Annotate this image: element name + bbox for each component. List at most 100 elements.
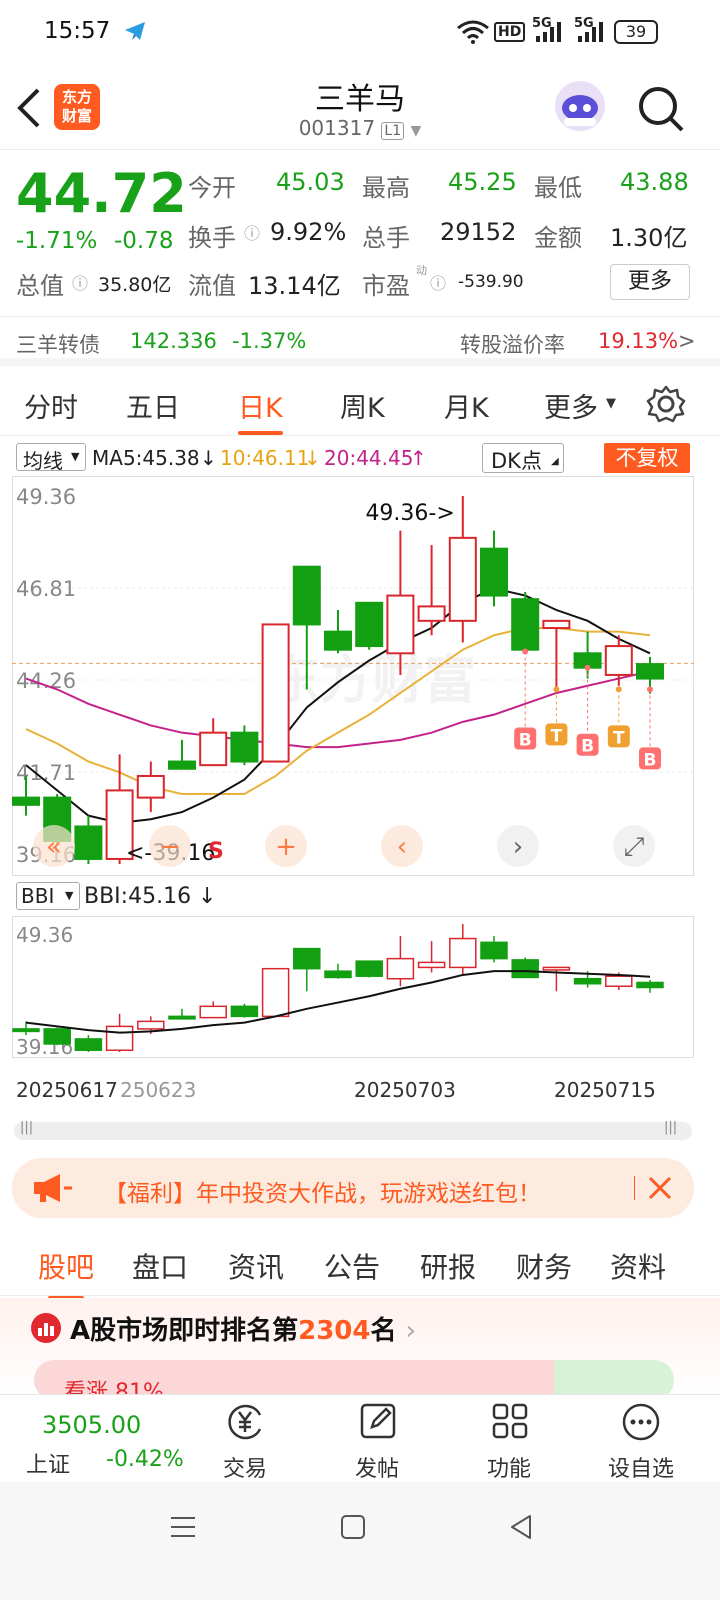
next-icon: › (513, 832, 523, 862)
bond-price: 142.336 (130, 329, 217, 353)
candle-body (355, 601, 384, 648)
market-rank-card[interactable]: A股市场即时排名第2304名 › 看涨 81% (0, 1298, 720, 1400)
menu-icon[interactable] (168, 1512, 198, 1542)
tab-profile[interactable]: 资料 (610, 1246, 666, 1286)
tab-guba[interactable]: 股吧 (38, 1246, 94, 1300)
ma20-value: 20:44.45 (324, 446, 414, 470)
level-badge: L1 (381, 122, 405, 140)
fullscreen-button[interactable]: ⤢ (613, 825, 655, 867)
tab-more[interactable]: 更多 (544, 386, 598, 425)
signal-dot (584, 664, 591, 671)
tab-daily-k[interactable]: 日K (238, 386, 283, 435)
arrow-down-icon: ↓ (304, 446, 321, 470)
tab-announcements[interactable]: 公告 (324, 1246, 380, 1286)
bbi-body (480, 941, 508, 960)
prev-button[interactable]: ‹ (381, 825, 423, 867)
pe-value: -539.90 (458, 272, 524, 292)
dropdown-icon: ▼ (65, 889, 74, 902)
tab-five-day[interactable]: 五日 (126, 386, 180, 425)
signal-icon-2 (578, 22, 603, 42)
bbi-legend-row: BBI ▼ BBI:45.16 ↓ (0, 880, 720, 914)
status-bar: 15:57 HD 5G 5G 39 (0, 0, 720, 66)
dropdown-icon: ▼ (71, 450, 80, 463)
candlestick-chart[interactable]: 东方财富49.3646.8144.2641.7139.1649.36-><-39… (12, 476, 694, 876)
back-triangle-icon[interactable] (506, 1512, 536, 1542)
bbi-candle (355, 960, 383, 978)
index-name: 上证 (26, 1453, 71, 1478)
chevron-right-icon: > (678, 329, 696, 353)
index-widget[interactable]: 3505.00 上证 -0.42% (0, 1395, 184, 1483)
info-icon[interactable]: ⓘ (244, 220, 260, 244)
candle-body (261, 623, 290, 763)
left-handle[interactable]: ||| (20, 1120, 33, 1135)
bbi-body (573, 977, 602, 985)
date-label: 250623 (120, 1078, 197, 1102)
candle (511, 591, 540, 651)
candle-body (417, 605, 446, 622)
home-square-icon[interactable] (338, 1512, 368, 1542)
bbi-body (293, 947, 321, 970)
s-marker: S (208, 839, 224, 864)
max-price-label: 49.36-> (365, 501, 454, 526)
bbi-body (74, 1038, 103, 1051)
info-icon[interactable]: ⓘ (72, 270, 88, 294)
arrow-down-icon: ↓ (200, 446, 217, 470)
candle-body (511, 598, 540, 651)
add-watchlist-button[interactable]: 设自选 (596, 1395, 686, 1483)
candle-body (168, 760, 196, 770)
tab-pankou[interactable]: 盘口 (132, 1246, 188, 1286)
page-left-button[interactable]: « (33, 825, 75, 867)
signal-letter: B (644, 750, 657, 770)
candle-body (480, 547, 508, 597)
bbi-body (386, 957, 415, 980)
trade-button[interactable]: 交易 (200, 1395, 290, 1483)
zoom-in-button[interactable]: + (265, 825, 307, 867)
settings-gear-icon[interactable] (646, 384, 686, 424)
tab-monthly-k[interactable]: 月K (444, 386, 489, 425)
premium-label: 转股溢价率 (460, 333, 565, 357)
pe-label: 市盈 (362, 272, 410, 300)
open-label: 今开 (188, 174, 236, 202)
search-icon[interactable] (636, 84, 686, 134)
tab-fenshi[interactable]: 分时 (24, 386, 78, 425)
grid-icon (492, 1403, 528, 1439)
adjust-toggle[interactable]: 不复权 (604, 443, 690, 473)
bbi-chart[interactable]: 49.3639.16 (12, 916, 694, 1058)
hd-badge: HD (494, 22, 526, 42)
close-icon[interactable] (646, 1174, 674, 1202)
promo-banner[interactable]: 【福利】年中投资大作战，玩游戏送红包！ (12, 1158, 694, 1218)
tab-research[interactable]: 研报 (420, 1246, 476, 1286)
chart-scrollbar[interactable]: ||| ||| (14, 1120, 692, 1140)
more-circle-icon (622, 1403, 660, 1441)
tab-finance[interactable]: 财务 (516, 1246, 572, 1286)
candle-body (230, 731, 259, 763)
candle-body (542, 619, 571, 630)
bbi-candle (511, 957, 539, 979)
bbi-candle (230, 1003, 259, 1018)
right-handle[interactable]: ||| (664, 1120, 677, 1135)
post-button[interactable]: 发帖 (332, 1395, 422, 1483)
indicator-selector[interactable]: BBI ▼ (16, 882, 80, 910)
turnover-label: 换手 (188, 224, 236, 252)
robot-assistant-icon[interactable] (552, 78, 608, 134)
float-value: 13.14亿 (248, 272, 341, 300)
zoom-out-button[interactable]: − (149, 825, 191, 867)
dropdown-icon: ▼ (410, 123, 422, 139)
wifi-icon (457, 20, 489, 44)
info-icon[interactable]: ⓘ (430, 270, 446, 294)
next-button[interactable]: › (497, 825, 539, 867)
bbi-value: BBI:45.16 (84, 884, 192, 909)
tab-weekly-k[interactable]: 周K (340, 386, 385, 425)
date-label: 20250617 (16, 1078, 118, 1102)
rank-number: 2304 (298, 1316, 371, 1346)
more-button[interactable]: 更多 (610, 264, 690, 300)
signal-dot (647, 686, 653, 693)
ma-selector[interactable]: 均线 ▼ (16, 443, 86, 473)
functions-button[interactable]: 功能 (464, 1395, 554, 1483)
convertible-bond-row[interactable]: 三羊转债 142.336 -1.37% 转股溢价率 19.13% > (0, 316, 720, 366)
high-value: 45.25 (448, 168, 517, 196)
bond-name: 三羊转债 (16, 333, 100, 357)
tab-news[interactable]: 资讯 (228, 1246, 284, 1286)
dk-point-selector[interactable]: DK点 ◢ (482, 443, 564, 473)
stock-code-row[interactable]: 001317 L1 ▼ (0, 116, 720, 140)
